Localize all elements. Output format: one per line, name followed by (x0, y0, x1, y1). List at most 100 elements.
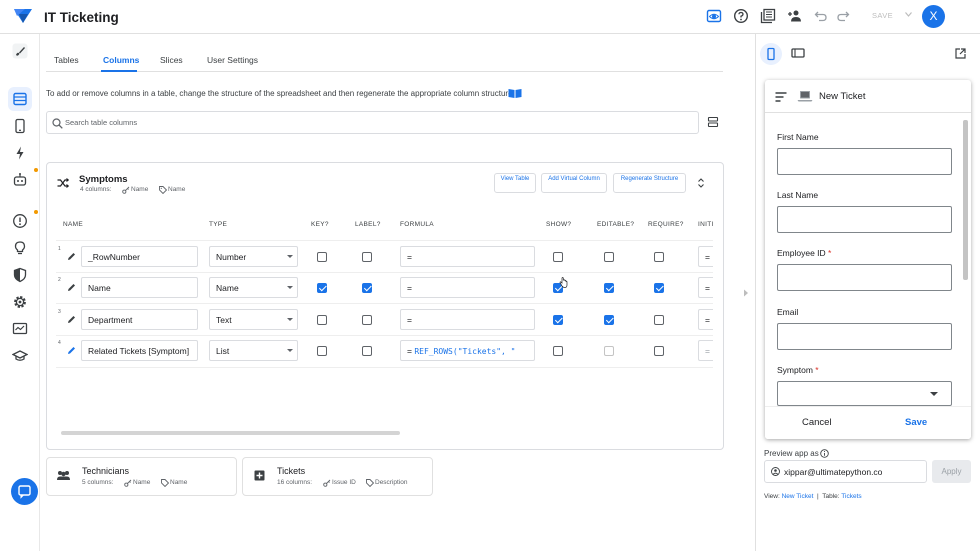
settings-icon[interactable] (12, 294, 28, 310)
data-icon[interactable] (12, 91, 28, 107)
app-icon[interactable] (12, 118, 28, 134)
apply-button[interactable]: Apply (932, 460, 971, 483)
formula-field[interactable]: = (400, 277, 535, 298)
table-card-technicians[interactable] (46, 457, 237, 496)
security-icon[interactable] (12, 267, 28, 283)
table-card-tickets[interactable] (242, 457, 433, 496)
chevron-down-icon[interactable] (905, 12, 912, 17)
school-icon[interactable] (12, 348, 28, 364)
require-checkbox[interactable] (654, 346, 664, 356)
undo-icon[interactable] (813, 8, 829, 24)
key-checkbox[interactable] (317, 283, 327, 293)
automation-icon[interactable] (12, 145, 28, 161)
column-name-field[interactable]: _RowNumber (81, 246, 198, 267)
preview-user-email[interactable]: xippar@ultimatepython.co (764, 460, 927, 483)
alert-icon[interactable] (12, 213, 28, 229)
label-checkbox[interactable] (362, 252, 372, 262)
help-icon[interactable] (733, 8, 749, 24)
key-checkbox[interactable] (317, 315, 327, 325)
save-button[interactable]: Save (905, 417, 927, 428)
lightbulb-icon[interactable] (12, 240, 28, 256)
label-checkbox[interactable] (362, 346, 372, 356)
chat-button[interactable] (11, 478, 38, 505)
chevron-right-icon[interactable] (743, 289, 749, 297)
tablet-view-icon[interactable] (791, 47, 805, 59)
column-type-select[interactable]: List (209, 340, 298, 361)
column-name-field[interactable]: Name (81, 277, 198, 298)
header-initial: INITI (698, 221, 714, 228)
formula-field[interactable]: = (400, 309, 535, 330)
label-checkbox[interactable] (362, 315, 372, 325)
avatar[interactable]: X (922, 5, 945, 28)
editable-checkbox[interactable] (604, 283, 614, 293)
show-checkbox[interactable] (553, 252, 563, 262)
header-name: NAME (63, 221, 83, 228)
last-name-input[interactable] (777, 206, 952, 233)
view-table-button[interactable]: View Table (494, 173, 536, 193)
tab-slices[interactable]: Slices (160, 55, 183, 65)
require-checkbox[interactable] (654, 315, 664, 325)
appsheet-logo[interactable] (13, 8, 33, 24)
employee-id-input[interactable] (777, 264, 952, 291)
search-field[interactable] (46, 111, 699, 134)
edit-icon[interactable] (67, 346, 76, 355)
add-virtual-column-button[interactable]: Add Virtual Column (541, 173, 607, 193)
monitor-icon[interactable] (12, 321, 28, 337)
formula-field[interactable]: = (400, 246, 535, 267)
label-column-name: Description (375, 479, 408, 486)
type-value: Number (216, 252, 247, 262)
header-editable: EDITABLE? (597, 221, 635, 228)
initial-value-field[interactable]: = (698, 340, 713, 361)
column-name-field[interactable]: Department (81, 309, 198, 330)
book-icon[interactable] (508, 88, 522, 99)
initial-value-field[interactable]: = (698, 246, 713, 267)
horizontal-scrollbar[interactable] (61, 431, 400, 435)
require-checkbox[interactable] (654, 252, 664, 262)
preview-scrollbar[interactable] (963, 120, 968, 280)
table-link[interactable]: Tickets (841, 493, 861, 500)
regenerate-structure-button[interactable]: Regenerate Structure (613, 173, 686, 193)
collapse-all-icon[interactable] (707, 116, 719, 128)
edit-icon[interactable] (67, 252, 76, 261)
preview-icon[interactable] (706, 8, 722, 24)
edit-icon[interactable] (67, 315, 76, 324)
cancel-button[interactable]: Cancel (802, 417, 832, 428)
account-icon (771, 467, 780, 476)
brush-icon[interactable] (12, 43, 28, 59)
bot-icon[interactable] (12, 172, 28, 188)
column-name-field[interactable]: Related Tickets [Symptom] (81, 340, 198, 361)
column-type-select[interactable]: Name (209, 277, 298, 298)
require-checkbox[interactable] (654, 283, 664, 293)
preview-as-label: Preview app as (764, 449, 819, 458)
open-external-icon[interactable] (955, 48, 966, 59)
label-checkbox[interactable] (362, 283, 372, 293)
editable-checkbox[interactable] (604, 315, 614, 325)
redo-icon[interactable] (835, 8, 851, 24)
initial-value-field[interactable]: = (698, 309, 713, 330)
app-gallery-icon[interactable] (760, 8, 776, 24)
tab-user-settings[interactable]: User Settings (207, 55, 258, 65)
show-checkbox[interactable] (553, 315, 563, 325)
column-type-select[interactable]: Number (209, 246, 298, 267)
email-input[interactable] (777, 323, 952, 350)
key-checkbox[interactable] (317, 346, 327, 356)
show-checkbox[interactable] (553, 346, 563, 356)
column-type-select[interactable]: Text (209, 309, 298, 330)
initial-value-field[interactable]: = (698, 277, 713, 298)
share-icon[interactable] (787, 8, 803, 24)
view-link[interactable]: New Ticket (782, 493, 814, 500)
unfold-icon[interactable] (697, 178, 705, 188)
key-checkbox[interactable] (317, 252, 327, 262)
tab-columns[interactable]: Columns (103, 55, 139, 65)
search-input[interactable] (65, 115, 665, 130)
symptom-select[interactable] (777, 381, 952, 406)
edit-icon[interactable] (67, 283, 76, 292)
tab-tables[interactable]: Tables (54, 55, 79, 65)
info-icon[interactable] (820, 449, 829, 458)
save-button[interactable]: SAVE (872, 11, 893, 20)
editable-checkbox[interactable] (604, 252, 614, 262)
mobile-view-toggle[interactable] (760, 43, 782, 65)
formula-field[interactable]: = REF_ROWS("Tickets", " (400, 340, 535, 361)
first-name-input[interactable] (777, 148, 952, 175)
menu-icon[interactable] (775, 92, 787, 102)
